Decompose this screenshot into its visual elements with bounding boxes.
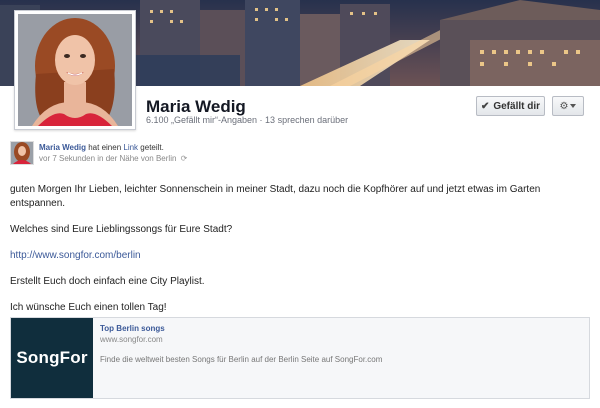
post-action-suffix: geteilt.	[140, 143, 164, 152]
page-settings-button[interactable]: ⚙	[552, 96, 584, 116]
post-url-link[interactable]: http://www.songfor.com/berlin	[10, 250, 141, 261]
post-action-prefix: hat einen	[88, 143, 122, 152]
gear-icon: ⚙	[559, 100, 569, 112]
post-paragraph: Erstellt Euch doch einfach eine City Pla…	[10, 276, 205, 287]
preview-thumbnail[interactable]: SongFor	[11, 318, 93, 398]
songfor-logo: SongFor	[16, 348, 88, 367]
post-author-line: Maria Wedig hat einen Link geteilt.	[39, 143, 164, 152]
post-paragraph: Ich wünsche Euch einen tollen Tag!	[10, 302, 167, 313]
page-stats: 6.100 „Gefällt mir“-Angaben · 13 spreche…	[146, 115, 349, 125]
post-author-link[interactable]: Maria Wedig	[39, 143, 86, 152]
post-link-word[interactable]: Link	[123, 143, 138, 152]
post-body: guten Morgen Ihr Lieben, leichter Sonnen…	[10, 183, 590, 327]
preview-domain: www.songfor.com	[100, 335, 163, 344]
preview-title[interactable]: Top Berlin songs	[100, 324, 165, 333]
preview-description: Finde die weltweit besten Songs für Berl…	[100, 355, 383, 364]
chevron-down-icon	[570, 104, 577, 108]
like-button[interactable]: ✔ Gefällt dir	[476, 96, 545, 116]
post-paragraph: Welches sind Eure Lieblingssongs für Eur…	[10, 224, 233, 235]
post-paragraph: guten Morgen Ihr Lieben, leichter Sonnen…	[10, 184, 541, 209]
post-timestamp[interactable]: vor 7 Sekunden in der Nähe von Berlin	[39, 154, 176, 163]
avatar[interactable]	[10, 141, 34, 165]
checkmark-icon: ✔	[480, 100, 490, 112]
page-title[interactable]: Maria Wedig	[146, 97, 246, 117]
like-button-label: Gefällt dir	[493, 100, 541, 112]
profile-photo	[18, 14, 132, 126]
location-icon: ⟳	[180, 154, 188, 163]
link-preview-card[interactable]: SongFor Top Berlin songs www.songfor.com…	[10, 317, 590, 399]
post-timestamp-line: vor 7 Sekunden in der Nähe von Berlin ⟳	[39, 154, 187, 163]
profile-picture-frame[interactable]	[14, 10, 136, 130]
